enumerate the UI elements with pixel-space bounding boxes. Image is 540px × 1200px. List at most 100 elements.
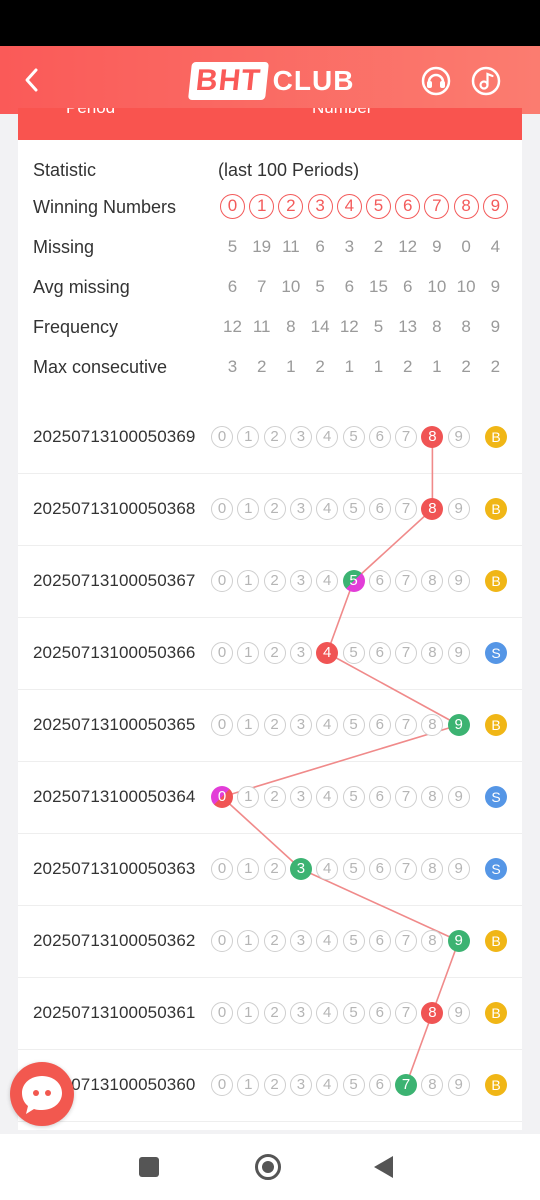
period-number: 20250713100050366 [33, 643, 196, 662]
number-ball: 6 [368, 498, 391, 520]
number-ball: 2 [263, 570, 286, 592]
number-ball: 9 [447, 1002, 470, 1024]
stat-value: 13 [398, 317, 418, 336]
number-ball: 6 [368, 426, 391, 448]
period-number: 20250713100050361 [33, 1003, 196, 1022]
square-icon[interactable] [139, 1157, 159, 1177]
number-ball: 5 [342, 498, 365, 520]
big-badge: B [485, 1074, 507, 1096]
period-number: 20250713100050369 [33, 427, 196, 446]
stat-value: 5 [373, 317, 384, 336]
period-number: 20250713100050363 [33, 859, 196, 878]
chat-button[interactable] [10, 1062, 74, 1126]
number-ball: 2 [263, 1074, 286, 1096]
stat-value: 2 [402, 357, 413, 376]
period-number: 20250713100050365 [33, 715, 196, 734]
number-ball: 9 [447, 498, 470, 520]
stat-value: 10 [427, 277, 447, 296]
small-badge: S [485, 642, 507, 664]
triangle-back-icon[interactable] [374, 1156, 393, 1178]
number-ball: 5 [342, 426, 365, 448]
number-ball: 9 [447, 786, 470, 808]
number-ball: 5 [342, 714, 365, 736]
number-ball: 2 [263, 1002, 286, 1024]
winning-number-4: 4 [336, 194, 362, 219]
number-ball: 7 [395, 786, 418, 808]
number-ball: 6 [368, 714, 391, 736]
stat-label: Max consecutive [33, 357, 168, 377]
number-ball: 6 [368, 1074, 391, 1096]
stat-row-max-consecutive: Max consecutive 3 2 1 2 1 1 2 1 2 2 [18, 353, 522, 383]
stat-label: Avg missing [33, 277, 130, 297]
stat-value: 8 [461, 317, 471, 336]
number-ball: 5 [342, 1074, 365, 1096]
stat-value: 4 [490, 237, 501, 256]
number-ball: 0 [211, 1002, 233, 1024]
number-ball: 0 [211, 1074, 233, 1096]
number-ball: 1 [237, 426, 260, 448]
headset-icon[interactable] [421, 66, 451, 96]
number-ball: 1 [237, 714, 260, 736]
stat-value: 8 [286, 317, 296, 336]
stat-value: 11 [252, 317, 271, 336]
big-badge: B [485, 930, 507, 952]
winning-number-0: 0 [220, 194, 245, 219]
number-ball: 0 [211, 426, 233, 448]
number-ball: 2 [263, 642, 286, 664]
stat-value: 11 [282, 237, 300, 256]
number-ball: 0 [211, 858, 233, 880]
winning-number-7: 7 [424, 194, 450, 219]
number-ball: 4 [316, 858, 339, 880]
number-ball: 6 [368, 930, 391, 952]
app-logo: BHT CLUB [188, 60, 354, 102]
number-ball: 0 [211, 714, 233, 736]
draw-row: 20250713100050364 0 1 2 3 4 5 6 7 8 9 S [18, 762, 522, 834]
back-button[interactable] [14, 60, 50, 100]
statistic-note: (last 100 Periods) [218, 160, 360, 180]
number-ball: 3 [289, 786, 312, 808]
number-ball: 1 [237, 858, 260, 880]
stat-value: 19 [252, 237, 272, 256]
period-number: 20250713100050368 [33, 499, 196, 518]
stat-label: Missing [33, 237, 95, 257]
big-badge: B [485, 426, 507, 448]
stat-value: 9 [490, 317, 501, 336]
number-ball: 2 [263, 786, 286, 808]
winning-number-8: 8 [453, 194, 479, 219]
music-note-icon[interactable] [471, 66, 501, 96]
number-ball: 5 [342, 1002, 365, 1024]
stat-row-frequency: Frequency 12 11 8 14 12 5 13 8 8 9 [18, 313, 522, 343]
stat-value: 6 [344, 277, 355, 296]
period-number: 20250713100050367 [33, 571, 196, 590]
number-ball: 6 [368, 642, 391, 664]
statistic-title: Statistic [33, 160, 97, 180]
chat-bubble-icon [22, 1076, 62, 1114]
stat-value: 8 [432, 317, 442, 336]
big-badge: B [485, 570, 507, 592]
column-number: Number [312, 108, 372, 118]
number-ball: 2 [263, 930, 286, 952]
winning-number-ball: 4 [316, 642, 339, 664]
stat-value: 2 [315, 357, 325, 376]
number-ball: 8 [421, 570, 444, 592]
stat-value: 1 [373, 357, 384, 376]
draw-row: 20250713100050369 0 1 2 3 4 5 6 7 8 9 B [18, 402, 522, 474]
number-ball: 9 [447, 642, 470, 664]
winning-number-6: 6 [395, 194, 421, 219]
trend-panel: Statistic (last 100 Periods) Winning Num… [18, 140, 522, 1130]
number-ball: 6 [368, 858, 391, 880]
number-ball: 8 [421, 858, 444, 880]
number-ball: 7 [395, 858, 418, 880]
winning-number-3: 3 [307, 194, 333, 219]
winning-number-ball: 5 [342, 570, 365, 592]
number-ball: 1 [237, 930, 260, 952]
number-ball: 6 [368, 570, 391, 592]
stat-value: 1 [286, 357, 296, 376]
column-period: Period [66, 108, 115, 118]
number-ball: 2 [263, 498, 286, 520]
period-number: 20250713100050364 [33, 787, 196, 806]
stat-value: 9 [490, 277, 501, 296]
stat-value: 12 [223, 317, 242, 336]
circle-home-icon[interactable] [255, 1154, 281, 1180]
winning-number-2: 2 [278, 194, 304, 219]
